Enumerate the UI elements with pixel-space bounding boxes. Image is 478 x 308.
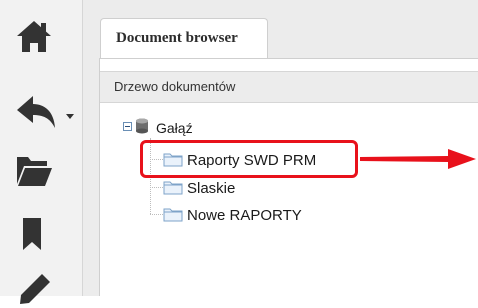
edit-button[interactable] [14,268,54,308]
sidebar [0,0,83,304]
tree-node-label: Slaskie [187,180,236,197]
collapse-toggle[interactable] [123,122,132,131]
share-dropdown-button[interactable] [14,92,76,132]
red-arrow-annotation [360,149,476,169]
highlight-box [140,140,358,178]
tree-node-label: Gałąź [156,120,193,136]
tree-connector [150,187,163,188]
tree-connector [150,214,163,215]
panel-title: Drzewo dokumentów [114,79,236,94]
folder-icon [163,181,183,195]
database-icon [135,118,149,139]
tab-document-browser[interactable]: Document browser [100,18,268,58]
folder-open-icon [17,157,52,186]
bookmark-button[interactable] [14,214,54,254]
open-folder-button[interactable] [14,150,54,190]
tab-label: Document browser [116,30,238,46]
share-dropdown-icon [17,96,74,128]
folder-icon [163,208,183,222]
bookmark-icon [23,218,41,250]
home-button[interactable] [14,16,54,56]
panel-header: Drzewo dokumentów [100,71,478,103]
tree-node-label: Nowe RAPORTY [187,207,302,224]
pencil-icon [20,274,50,304]
home-icon [17,21,51,52]
